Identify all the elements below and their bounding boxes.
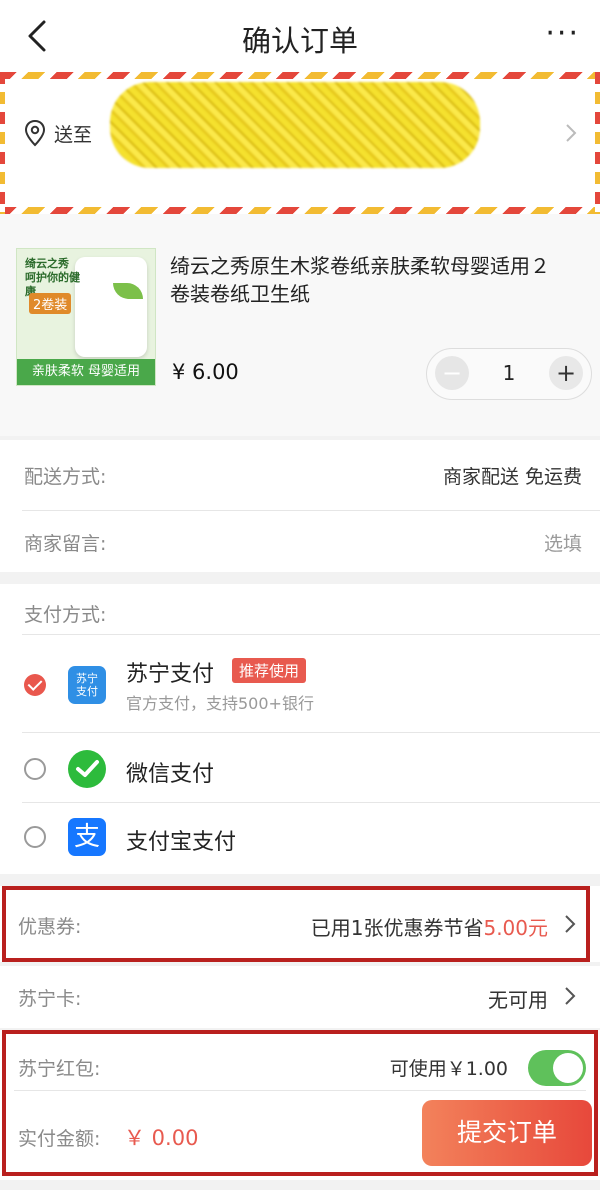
coupon-value: 已用1张优惠券节省5.00元 xyxy=(311,912,548,941)
red-packet-value: 可使用￥1.00 xyxy=(389,1058,508,1080)
location-pin-icon xyxy=(24,119,46,147)
redacted-address xyxy=(110,82,480,168)
tissue-roll-graphic xyxy=(75,257,147,357)
product-name: 绮云之秀原生木浆卷纸亲肤柔软母婴适用２卷装卷纸卫生纸 xyxy=(170,254,550,306)
thumb-banner-text: 亲肤柔软 母婴适用 xyxy=(17,359,155,385)
total-amount: ￥ 0.00 xyxy=(124,1126,199,1150)
radio-wechat-pay[interactable] xyxy=(24,758,46,780)
toggle-knob xyxy=(553,1053,583,1083)
total-label: 实付金额: xyxy=(18,1128,101,1150)
coupon-label: 优惠券: xyxy=(18,916,82,938)
payment-label: 支付方式: xyxy=(24,604,107,626)
divider xyxy=(22,634,600,635)
red-packet-toggle[interactable] xyxy=(528,1050,586,1086)
delivery-section: 配送方式: 商家配送 免运费 商家留言: 选填 xyxy=(0,440,600,572)
checkout-bar: 苏宁红包: 可使用￥1.00 实付金额: ￥ 0.00 提交订单 xyxy=(0,1030,600,1180)
envelope-stripe xyxy=(0,72,5,214)
coupon-saving-amount: 5.00元 xyxy=(483,916,548,940)
thumb-badge-text: 2卷装 xyxy=(29,293,72,314)
more-options-icon[interactable]: ··· xyxy=(545,16,580,51)
payment-method-desc: 官方支付，支持500+银行 xyxy=(126,694,314,713)
send-to-label: 送至 xyxy=(54,124,93,146)
quantity-value[interactable]: 1 xyxy=(487,361,531,385)
divider xyxy=(22,510,600,511)
decrease-quantity-button[interactable]: − xyxy=(435,356,469,390)
nav-header: 确认订单 ··· xyxy=(0,0,600,72)
quantity-stepper: − 1 + xyxy=(426,348,592,400)
divider xyxy=(22,732,600,733)
suning-card-value: 无可用 xyxy=(488,988,548,1012)
address-card[interactable]: 送至 xyxy=(0,72,600,214)
payment-method-name[interactable]: 微信支付 xyxy=(126,756,214,788)
red-packet-label: 苏宁红包: xyxy=(18,1058,101,1080)
product-card: 绮云之秀 呵护你的健康 2卷装 亲肤柔软 母婴适用 绮云之秀原生木浆卷纸亲肤柔软… xyxy=(0,214,600,436)
message-input[interactable]: 选填 xyxy=(544,529,582,556)
envelope-stripe xyxy=(0,207,600,214)
suning-card-label: 苏宁卡: xyxy=(18,988,82,1010)
chevron-right-icon xyxy=(565,987,576,1005)
divider xyxy=(14,1090,586,1091)
radio-alipay[interactable] xyxy=(24,826,46,848)
submit-order-button[interactable]: 提交订单 xyxy=(422,1100,592,1166)
envelope-stripe xyxy=(0,72,600,79)
payment-method-name[interactable]: 苏宁支付 xyxy=(126,656,214,688)
product-price: ¥ 6.00 xyxy=(172,360,239,384)
suning-card-row[interactable]: 苏宁卡: 无可用 xyxy=(0,966,600,1028)
coupon-row[interactable]: 优惠券: 已用1张优惠券节省5.00元 xyxy=(0,886,600,962)
delivery-label: 配送方式: xyxy=(24,466,107,488)
envelope-stripe xyxy=(595,72,600,214)
alipay-icon: 支 xyxy=(68,818,106,856)
message-label: 商家留言: xyxy=(24,533,107,555)
payment-method-name[interactable]: 支付宝支付 xyxy=(126,824,236,856)
wechat-pay-icon xyxy=(68,750,106,788)
payment-section: 支付方式: 苏宁 支付 苏宁支付 推荐使用 官方支付，支持500+银行 微信支付 … xyxy=(0,584,600,874)
page-title: 确认订单 xyxy=(241,24,358,58)
chevron-right-icon xyxy=(566,124,577,142)
chevron-right-icon xyxy=(565,915,576,933)
delivery-value: 商家配送 免运费 xyxy=(442,466,582,488)
product-image[interactable]: 绮云之秀 呵护你的健康 2卷装 亲肤柔软 母婴适用 xyxy=(16,248,156,386)
divider xyxy=(22,802,600,803)
recommended-badge: 推荐使用 xyxy=(232,658,307,683)
increase-quantity-button[interactable]: + xyxy=(549,356,583,390)
radio-suning-pay[interactable] xyxy=(24,674,46,696)
coupon-saving-text: 已用1张优惠券节省 xyxy=(310,916,484,940)
suning-pay-icon: 苏宁 支付 xyxy=(68,666,106,704)
